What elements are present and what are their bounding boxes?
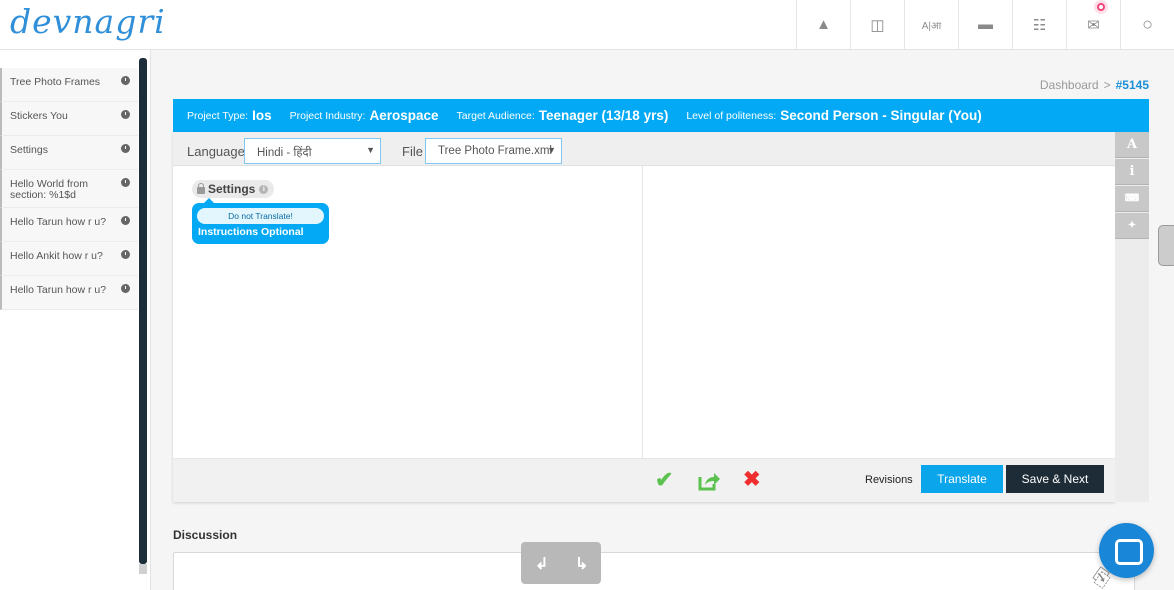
- project-type-value: Ios: [252, 108, 272, 123]
- project-industry-label: Project Industry:: [289, 109, 366, 122]
- breadcrumb-dashboard[interactable]: Dashboard: [1040, 78, 1099, 92]
- font-icon[interactable]: A: [1115, 132, 1149, 158]
- file-label: File: [402, 144, 423, 159]
- target-audience-label: Target Audience:: [456, 109, 535, 122]
- mail-icon[interactable]: ✉: [1066, 0, 1120, 49]
- breadcrumb-project[interactable]: #5145: [1116, 78, 1149, 92]
- save-next-button[interactable]: Save & Next: [1006, 465, 1104, 493]
- sidebar-item-label: Stickers You: [10, 110, 68, 122]
- clock-icon: [121, 250, 130, 259]
- translation-panel: Language Hindi - हिंदी ▼ File Tree Photo…: [173, 132, 1115, 502]
- account-icon[interactable]: ○: [1120, 0, 1174, 49]
- discussion-title: Discussion: [173, 528, 238, 542]
- source-pane: Settings i Do not Translate! Instruction…: [173, 166, 643, 458]
- revisions-link[interactable]: Revisions: [865, 474, 913, 486]
- clock-icon: [121, 178, 130, 187]
- clock-icon: [121, 144, 130, 153]
- sidebar-item-label: Settings: [10, 144, 48, 156]
- list-icon[interactable]: ☷: [1012, 0, 1066, 49]
- panel-resize-handle[interactable]: [1158, 225, 1174, 266]
- sidebar-scrollbar-end[interactable]: [139, 564, 147, 574]
- redo-icon[interactable]: ↳: [575, 554, 588, 574]
- breadcrumb: Dashboard > #5145: [1040, 78, 1149, 92]
- politeness-label: Level of politeness:: [686, 109, 777, 122]
- action-bar: ✔ ✖ Revisions Translate Save & Next: [173, 458, 1115, 502]
- source-string-text: Settings: [208, 182, 256, 196]
- language-label: Language: [187, 144, 245, 159]
- source-string-tag: Settings i: [192, 180, 275, 198]
- file-select-value: Tree Photo Frame.xml: [438, 145, 552, 157]
- sidebar-item[interactable]: Hello Ankit how r u?: [0, 242, 138, 276]
- project-industry-value: Aerospace: [369, 108, 439, 123]
- discussion-input[interactable]: [173, 552, 1135, 590]
- sidebar-item-label: Tree Photo Frames: [10, 76, 101, 88]
- card-icon[interactable]: ▬: [958, 0, 1012, 49]
- devnagri-logo[interactable]: devnagri: [10, 2, 166, 41]
- project-type-label: Project Type:: [187, 109, 249, 122]
- notification-dot: [1094, 0, 1108, 14]
- share-icon[interactable]: [698, 471, 720, 491]
- sidebar-scrollbar[interactable]: [139, 58, 147, 564]
- top-icon-bar: ▲ ◫ A|आ ▬ ☷ ✉ ○: [796, 0, 1174, 49]
- selector-bar: Language Hindi - हिंदी ▼ File Tree Photo…: [173, 132, 1115, 166]
- keyboard-icon[interactable]: ⌨: [1115, 186, 1149, 212]
- sidebar-item[interactable]: Stickers You: [0, 102, 138, 136]
- breadcrumb-separator: >: [1103, 78, 1111, 92]
- columns-icon[interactable]: ◫: [850, 0, 904, 49]
- instructions-text: Instructions Optional: [198, 226, 304, 238]
- clock-icon: [121, 284, 130, 293]
- chevron-down-icon: ▼: [366, 145, 375, 155]
- tool-strip: A i ⌨ ✦: [1115, 132, 1149, 502]
- reject-icon[interactable]: ✖: [743, 467, 761, 493]
- sidebar-item[interactable]: Hello Tarun how r u?: [0, 276, 138, 310]
- project-info-bar: Project Type: Ios Project Industry: Aero…: [173, 99, 1149, 132]
- sidebar-item[interactable]: Hello Tarun how r u?: [0, 208, 138, 242]
- sidebar-item-label: Hello Ankit how r u?: [10, 250, 103, 262]
- undo-icon[interactable]: ↲: [535, 554, 548, 574]
- top-bar: devnagri ▲ ◫ A|आ ▬ ☷ ✉ ○: [0, 0, 1174, 50]
- chat-widget-button[interactable]: [1099, 523, 1154, 578]
- sidebar-item[interactable]: Settings: [0, 136, 138, 170]
- clock-icon: [121, 110, 130, 119]
- instructions-box: Do not Translate! Instructions Optional: [192, 198, 329, 244]
- language-select[interactable]: Hindi - हिंदी ▼: [244, 138, 381, 164]
- sidebar-item-label: Hello World from section: %1$d: [10, 178, 88, 201]
- user-icon[interactable]: ▲: [796, 0, 850, 49]
- target-audience-value: Teenager (13/18 yrs): [538, 108, 669, 123]
- info-icon[interactable]: i: [1115, 159, 1149, 185]
- sidebar-item-label: Hello Tarun how r u?: [10, 216, 107, 228]
- string-sidebar: Tree Photo Frames Stickers You Settings …: [0, 50, 151, 590]
- sidebar-item[interactable]: Tree Photo Frames: [0, 68, 138, 102]
- translate-button[interactable]: Translate: [921, 465, 1003, 493]
- mail-glyph: ✉: [1087, 16, 1100, 34]
- undo-redo-toolbar: ↲ ↳: [521, 542, 601, 584]
- sidebar-item[interactable]: Hello World from section: %1$d: [0, 170, 138, 208]
- language-select-value: Hindi - हिंदी: [257, 147, 312, 159]
- sidebar-item-label: Hello Tarun how r u?: [10, 284, 107, 296]
- compress-icon[interactable]: ✦: [1115, 213, 1149, 239]
- translate-icon[interactable]: A|आ: [904, 0, 958, 49]
- file-select[interactable]: Tree Photo Frame.xml ▼: [425, 138, 562, 164]
- approve-icon[interactable]: ✔: [655, 467, 673, 493]
- clock-icon: [121, 76, 130, 85]
- info-icon[interactable]: i: [259, 184, 269, 194]
- string-list: Tree Photo Frames Stickers You Settings …: [0, 68, 138, 310]
- do-not-translate-badge: Do not Translate!: [197, 208, 324, 224]
- chevron-down-icon: ▼: [547, 145, 556, 155]
- lock-icon: [197, 182, 205, 194]
- clock-icon: [121, 216, 130, 225]
- translation-input[interactable]: [643, 166, 1115, 458]
- politeness-value: Second Person - Singular (You): [780, 108, 982, 123]
